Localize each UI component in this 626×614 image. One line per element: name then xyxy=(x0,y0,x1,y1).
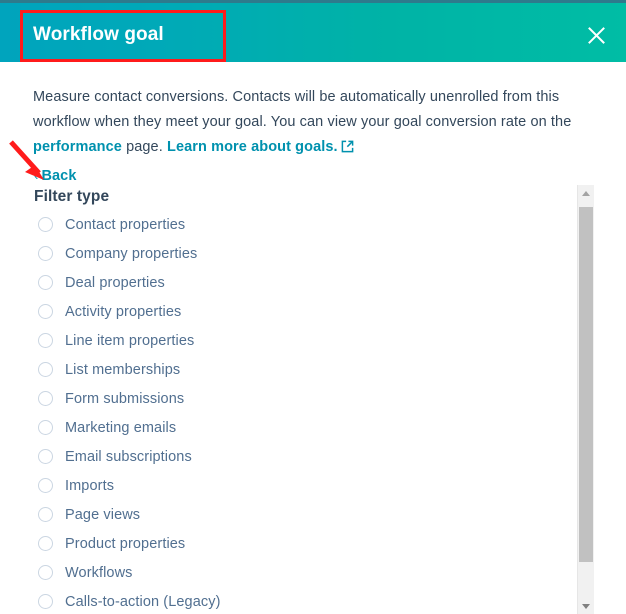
chevron-left-icon: ‹ xyxy=(34,168,39,183)
radio-button[interactable] xyxy=(38,449,53,464)
close-icon xyxy=(587,26,605,44)
description-text-part1: Measure contact conversions. Contacts wi… xyxy=(33,89,572,130)
scrollbar-down-arrow[interactable] xyxy=(578,598,594,614)
list-item[interactable]: Page views xyxy=(0,500,578,529)
list-item[interactable]: Imports xyxy=(0,471,578,500)
list-item[interactable]: Email subscriptions xyxy=(0,442,578,471)
filter-type-scroll-region: Contact properties Company properties Deal… xyxy=(0,210,626,614)
modal-header: Workflow goal xyxy=(0,0,626,62)
close-button[interactable] xyxy=(576,15,616,55)
radio-button[interactable] xyxy=(38,333,53,348)
list-item-label: Line item properties xyxy=(65,332,195,349)
list-item-label: Calls-to-action (Legacy) xyxy=(65,593,221,610)
radio-button[interactable] xyxy=(38,217,53,232)
list-item-label: Contact properties xyxy=(65,216,186,233)
list-item-label: Workflows xyxy=(65,564,133,581)
page-title: Workflow goal xyxy=(33,24,164,45)
list-item-label: Form submissions xyxy=(65,390,185,407)
list-item[interactable]: Activity properties xyxy=(0,297,578,326)
list-item-label: Email subscriptions xyxy=(65,448,192,465)
list-item-label: Marketing emails xyxy=(65,419,177,436)
performance-link[interactable]: performance xyxy=(33,139,122,155)
vertical-scrollbar[interactable] xyxy=(577,185,594,614)
list-item[interactable]: Contact properties xyxy=(0,210,578,239)
workflow-goal-modal: Workflow goal Measure contact conversion… xyxy=(0,0,626,614)
scrollbar-up-arrow[interactable] xyxy=(578,185,594,201)
radio-button[interactable] xyxy=(38,246,53,261)
radio-button[interactable] xyxy=(38,275,53,290)
radio-button[interactable] xyxy=(38,304,53,319)
scrollbar-thumb[interactable] xyxy=(579,207,593,562)
radio-button[interactable] xyxy=(38,478,53,493)
list-item[interactable]: Company properties xyxy=(0,239,578,268)
list-item-label: Company properties xyxy=(65,245,198,262)
learn-more-link[interactable]: Learn more about goals. xyxy=(167,139,338,155)
back-link-label: Back xyxy=(41,168,77,184)
radio-button[interactable] xyxy=(38,362,53,377)
goal-description: Measure contact conversions. Contacts wi… xyxy=(33,85,579,162)
list-item-label: Page views xyxy=(65,506,141,523)
caret-up-icon xyxy=(582,190,590,196)
radio-button[interactable] xyxy=(38,536,53,551)
list-item[interactable]: Workflows xyxy=(0,558,578,587)
radio-button[interactable] xyxy=(38,391,53,406)
back-link[interactable]: ‹ Back xyxy=(34,168,77,184)
list-item[interactable]: Form submissions xyxy=(0,384,578,413)
list-item[interactable]: List memberships xyxy=(0,355,578,384)
external-link-icon[interactable] xyxy=(341,137,354,162)
radio-button[interactable] xyxy=(38,594,53,609)
list-item-label: Activity properties xyxy=(65,303,182,320)
list-item-label: List memberships xyxy=(65,361,181,378)
radio-button[interactable] xyxy=(38,507,53,522)
list-item[interactable]: Calls-to-action (Legacy) xyxy=(0,587,578,614)
list-item[interactable]: Line item properties xyxy=(0,326,578,355)
list-item-label: Deal properties xyxy=(65,274,165,291)
list-item[interactable]: Marketing emails xyxy=(0,413,578,442)
radio-button[interactable] xyxy=(38,420,53,435)
modal-body: Measure contact conversions. Contacts wi… xyxy=(0,62,626,614)
list-item[interactable]: Deal properties xyxy=(0,268,578,297)
filter-type-heading: Filter type xyxy=(34,188,110,205)
list-item-label: Product properties xyxy=(65,535,186,552)
filter-type-list: Contact properties Company properties Deal… xyxy=(0,210,578,614)
list-item-label: Imports xyxy=(65,477,115,494)
description-text-part2: page. xyxy=(121,139,167,155)
list-item[interactable]: Product properties xyxy=(0,529,578,558)
radio-button[interactable] xyxy=(38,565,53,580)
caret-down-icon xyxy=(582,603,590,609)
